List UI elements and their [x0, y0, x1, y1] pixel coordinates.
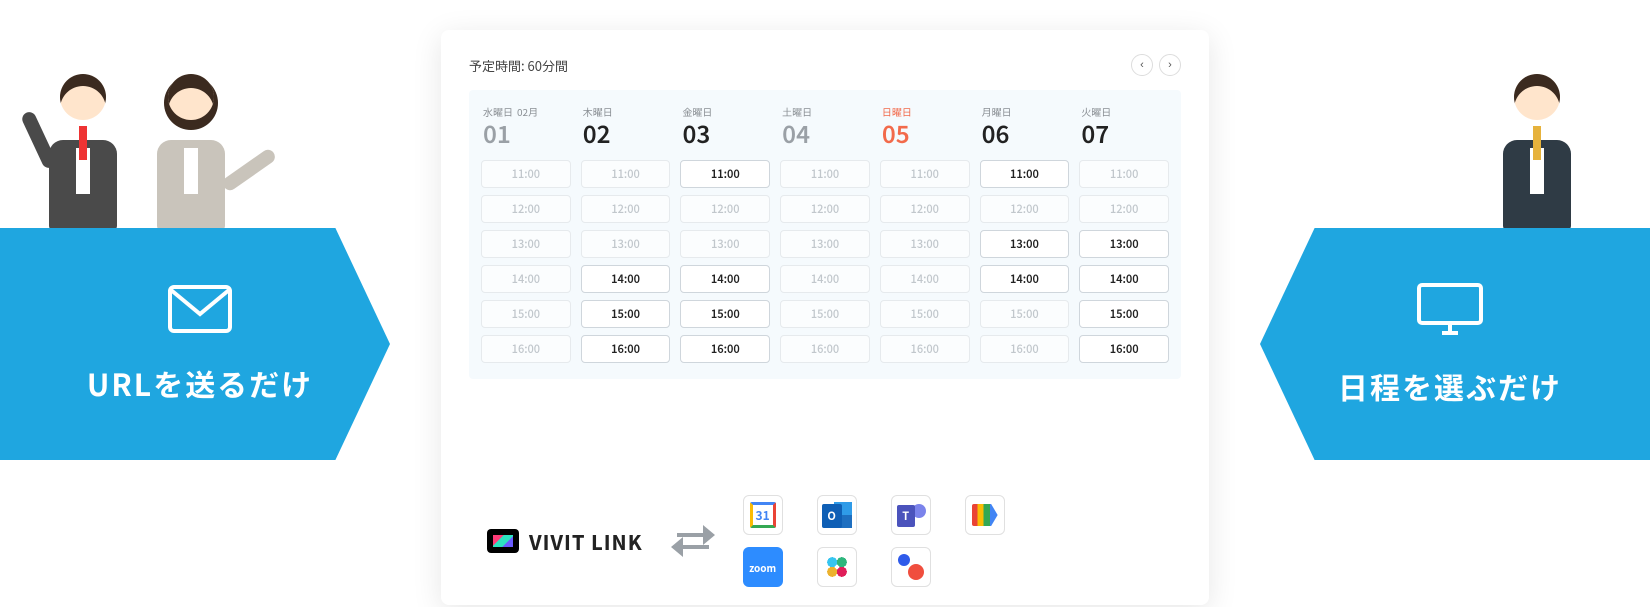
time-slot[interactable]: 14:00 — [680, 265, 770, 293]
time-slot: 13:00 — [481, 230, 571, 258]
send-url-banner: URLを送るだけ — [0, 228, 390, 460]
time-slot[interactable]: 14:00 — [1079, 265, 1169, 293]
next-week-button[interactable]: › — [1159, 54, 1181, 76]
time-slot: 13:00 — [780, 230, 870, 258]
time-slot[interactable]: 11:00 — [680, 160, 770, 188]
google-calendar-icon — [743, 495, 783, 535]
day-number: 04 — [782, 121, 868, 145]
time-slot[interactable]: 15:00 — [680, 300, 770, 328]
time-slot: 11:00 — [780, 160, 870, 188]
day-number: 02 — [583, 121, 669, 145]
time-slot[interactable]: 16:00 — [1079, 335, 1169, 363]
time-slot[interactable]: 16:00 — [581, 335, 671, 363]
time-slot[interactable]: 11:00 — [980, 160, 1070, 188]
calendar-grid: 水曜日02月0111:0012:0013:0014:0015:0016:00木曜… — [469, 90, 1181, 379]
prev-week-button[interactable]: ‹ — [1131, 54, 1153, 76]
day-column: 金曜日0311:0012:0013:0014:0015:0016:00 — [680, 104, 770, 363]
day-number: 06 — [982, 121, 1068, 145]
time-slot: 12:00 — [581, 195, 671, 223]
slack-icon — [817, 547, 857, 587]
integration-apps — [743, 495, 1009, 587]
customer-person-illustration — [1492, 70, 1582, 230]
microsoft-teams-icon — [891, 495, 931, 535]
month-label: 02月 — [517, 104, 538, 119]
time-slot: 12:00 — [980, 195, 1070, 223]
time-slot: 11:00 — [481, 160, 571, 188]
time-slot: 13:00 — [581, 230, 671, 258]
time-slot[interactable]: 14:00 — [980, 265, 1070, 293]
pick-date-caption: 日程を選ぶだけ — [1338, 364, 1562, 408]
time-slot[interactable]: 15:00 — [581, 300, 671, 328]
time-slot: 14:00 — [481, 265, 571, 293]
day-number: 01 — [483, 121, 569, 145]
time-slot: 14:00 — [780, 265, 870, 293]
time-slot: 12:00 — [880, 195, 970, 223]
vivitlink-logo: VIVIT LINK — [487, 527, 643, 556]
day-column: 火曜日0711:0012:0013:0014:0015:0016:00 — [1079, 104, 1169, 363]
time-slot[interactable]: 16:00 — [680, 335, 770, 363]
day-number: 07 — [1081, 121, 1167, 145]
time-slot: 16:00 — [780, 335, 870, 363]
time-slot[interactable]: 15:00 — [1079, 300, 1169, 328]
chevron-left-icon: ‹ — [1140, 59, 1144, 71]
google-meet-icon — [965, 495, 1005, 535]
time-slot: 16:00 — [980, 335, 1070, 363]
send-url-caption: URLを送るだけ — [87, 361, 313, 405]
time-slot: 11:00 — [581, 160, 671, 188]
duration-label: 予定時間: 60分間 — [469, 56, 568, 75]
time-slot: 11:00 — [1079, 160, 1169, 188]
brand-name-a: VIVIT — [529, 527, 586, 556]
time-slot: 13:00 — [680, 230, 770, 258]
time-slot: 15:00 — [780, 300, 870, 328]
day-column: 日曜日0511:0012:0013:0014:0015:0016:00 — [880, 104, 970, 363]
brand-name-b: LINK — [591, 527, 643, 556]
time-slot: 15:00 — [980, 300, 1070, 328]
time-slot: 15:00 — [481, 300, 571, 328]
chevron-right-icon: › — [1168, 59, 1172, 71]
mail-icon — [167, 284, 233, 339]
time-slot[interactable]: 13:00 — [980, 230, 1070, 258]
time-slot: 16:00 — [481, 335, 571, 363]
time-slot: 16:00 — [880, 335, 970, 363]
day-number: 03 — [682, 121, 768, 145]
time-slot: 13:00 — [880, 230, 970, 258]
day-column: 水曜日02月0111:0012:0013:0014:0015:0016:00 — [481, 104, 571, 363]
week-nav: ‹ › — [1131, 54, 1181, 76]
scheduling-card: 予定時間: 60分間 ‹ › 水曜日02月0111:0012:0013:0014… — [441, 30, 1209, 605]
integrations-row: VIVIT LINK — [469, 485, 1181, 587]
outlook-icon — [817, 495, 857, 535]
time-slot[interactable]: 13:00 — [1079, 230, 1169, 258]
company-people-illustration — [38, 70, 236, 230]
time-slot: 15:00 — [880, 300, 970, 328]
other-app-icon — [891, 547, 931, 587]
time-slot: 12:00 — [1079, 195, 1169, 223]
time-slot[interactable]: 14:00 — [581, 265, 671, 293]
day-column: 土曜日0411:0012:0013:0014:0015:0016:00 — [780, 104, 870, 363]
zoom-icon — [743, 547, 783, 587]
day-number: 05 — [882, 121, 968, 145]
vivitlink-badge-icon — [487, 529, 519, 553]
monitor-icon — [1415, 281, 1485, 342]
time-slot: 12:00 — [481, 195, 571, 223]
sync-arrows-icon — [671, 521, 715, 561]
time-slot: 12:00 — [680, 195, 770, 223]
time-slot: 12:00 — [780, 195, 870, 223]
time-slot: 11:00 — [880, 160, 970, 188]
time-slot: 14:00 — [880, 265, 970, 293]
pick-date-banner: 日程を選ぶだけ — [1260, 228, 1650, 460]
day-column: 月曜日0611:0012:0013:0014:0015:0016:00 — [980, 104, 1070, 363]
day-column: 木曜日0211:0012:0013:0014:0015:0016:00 — [581, 104, 671, 363]
